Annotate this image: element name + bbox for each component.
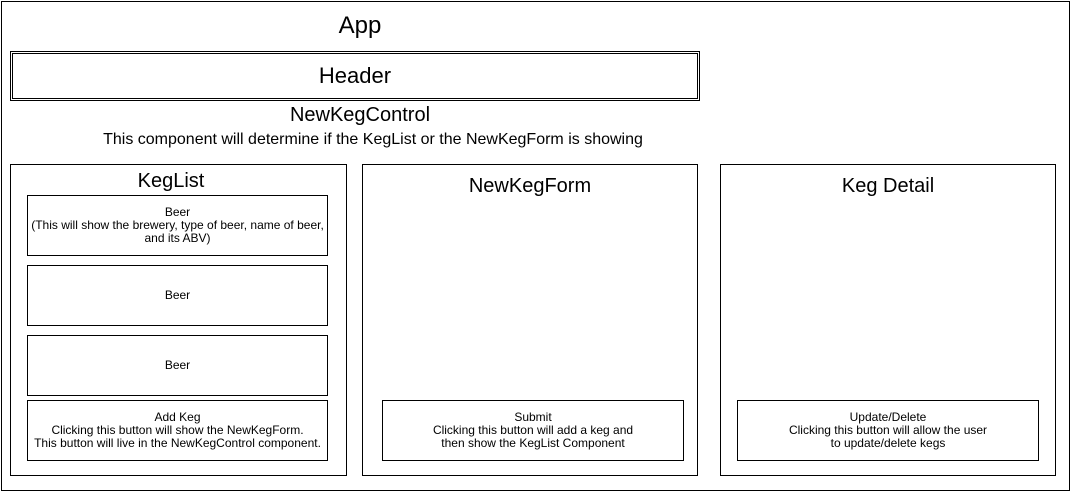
keg-list-title: KegList [137,170,205,192]
update-delete-desc-line: to update/delete kegs [830,436,946,450]
add-keg-button[interactable]: Add Keg Clicking this button will show t… [27,400,328,461]
add-keg-desc-line: This button will live in the NewKegContr… [34,436,321,450]
beer-item-title: Beer [164,288,191,302]
new-keg-control-title: NewKegControl [289,104,431,126]
app-title: App [338,12,382,39]
submit-button[interactable]: Submit Clicking this button will add a k… [382,400,684,461]
beer-item-1[interactable]: Beer (This will show the brewery, type o… [27,195,328,256]
beer-item-2[interactable]: Beer [27,265,328,326]
beer-item-title: Beer [164,358,191,372]
new-keg-form-title: NewKegForm [468,175,592,197]
beer-item-desc-line: and its ABV) [144,231,211,245]
header-title: Header [318,63,392,88]
beer-item-3[interactable]: Beer [27,335,328,396]
keg-detail-title: Keg Detail [841,175,935,197]
update-delete-button[interactable]: Update/Delete Clicking this button will … [737,400,1039,461]
new-keg-control-description: This component will determine if the Keg… [103,131,643,148]
header-box: Header [10,51,700,101]
submit-desc-line: then show the KegList Component [441,436,625,450]
